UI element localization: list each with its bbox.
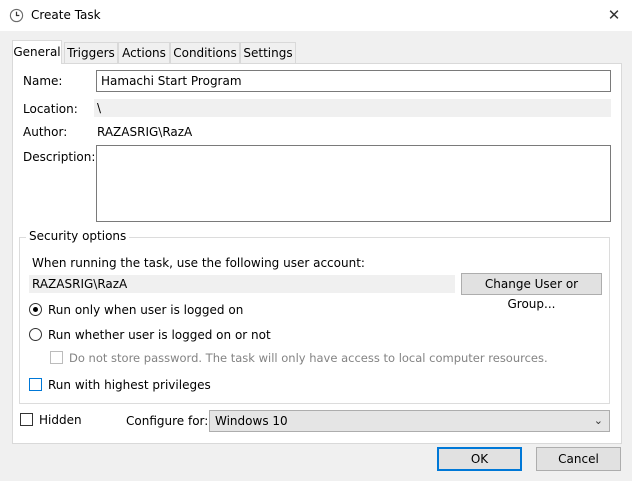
no-store-password-label: Do not store password. The task will onl… xyxy=(69,351,548,365)
change-user-button[interactable]: Change User or Group... xyxy=(461,273,602,311)
security-options-title: Security options xyxy=(26,229,130,243)
name-input[interactable]: Hamachi Start Program xyxy=(96,70,611,92)
radio-whether-logged-on-label[interactable]: Run whether user is logged on or not xyxy=(48,328,271,342)
window-title: Create Task xyxy=(31,8,101,22)
configure-for-value: Windows 10 xyxy=(215,414,288,428)
close-icon[interactable]: ✕ xyxy=(600,4,628,26)
clock-icon xyxy=(9,8,24,23)
location-value: \ xyxy=(94,99,611,117)
tab-general[interactable]: General xyxy=(12,40,62,64)
title-bar: Create Task ✕ xyxy=(0,0,632,31)
description-input[interactable] xyxy=(96,145,611,222)
location-label: Location: xyxy=(23,102,78,116)
tab-settings[interactable]: Settings xyxy=(240,42,296,63)
tab-conditions[interactable]: Conditions xyxy=(170,42,240,63)
configure-for-select[interactable]: Windows 10 ⌄ xyxy=(209,410,610,432)
author-value: RAZASRIG\RazA xyxy=(97,125,193,139)
radio-whether-logged-on[interactable] xyxy=(29,328,42,341)
user-account-value: RAZASRIG\RazA xyxy=(29,275,455,293)
account-prompt: When running the task, use the following… xyxy=(32,256,365,270)
configure-for-label: Configure for: xyxy=(126,414,209,428)
name-label: Name: xyxy=(23,74,63,88)
ok-button[interactable]: OK xyxy=(437,447,522,471)
chevron-down-icon: ⌄ xyxy=(593,414,603,427)
highest-privileges-checkbox[interactable] xyxy=(29,378,42,391)
tab-actions[interactable]: Actions xyxy=(118,42,170,63)
hidden-label[interactable]: Hidden xyxy=(39,413,82,427)
no-store-password-checkbox[interactable] xyxy=(50,351,63,364)
hidden-checkbox[interactable] xyxy=(20,413,33,426)
tab-triggers[interactable]: Triggers xyxy=(64,42,118,63)
cancel-button[interactable]: Cancel xyxy=(536,447,621,471)
highest-privileges-label[interactable]: Run with highest privileges xyxy=(48,378,211,392)
description-label: Description: xyxy=(23,150,96,164)
radio-logged-on[interactable] xyxy=(29,303,42,316)
radio-logged-on-label[interactable]: Run only when user is logged on xyxy=(48,303,243,317)
author-label: Author: xyxy=(23,125,68,139)
